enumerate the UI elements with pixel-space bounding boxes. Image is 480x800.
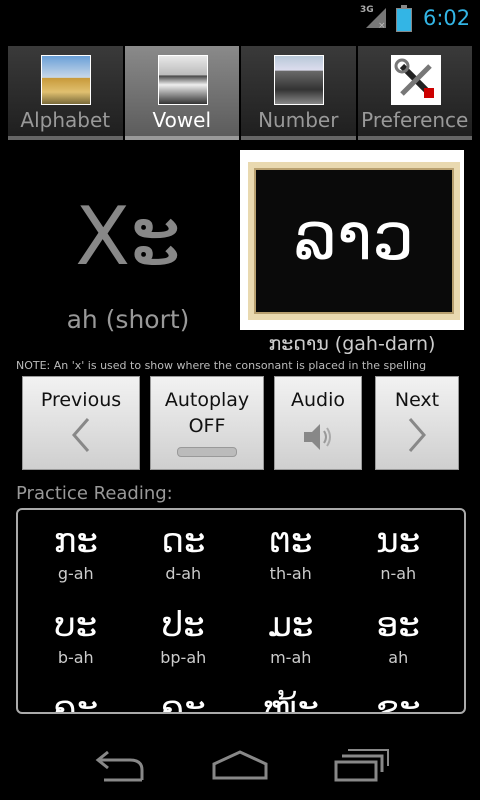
- practice-lao: ຄະ: [160, 689, 206, 714]
- practice-lao: ອະ: [376, 605, 420, 645]
- spelling-note: NOTE: An 'x' is used to show where the c…: [16, 359, 427, 372]
- practice-lao: ກະ: [53, 521, 98, 561]
- tab-preference[interactable]: Preference: [357, 46, 472, 140]
- navigation-bar: [0, 736, 480, 800]
- practice-item[interactable]: ກະ g-ah: [22, 520, 130, 596]
- audio-button[interactable]: Audio: [274, 376, 362, 470]
- practice-item[interactable]: ຄະ: [22, 688, 130, 714]
- practice-romanization: ah: [388, 648, 409, 667]
- practice-title: Practice Reading:: [16, 483, 173, 504]
- toggle-indicator: [177, 447, 237, 457]
- practice-romanization: th-ah: [269, 564, 312, 583]
- chalkboard: ລາວ: [248, 162, 460, 320]
- tab-label: Alphabet: [20, 108, 111, 132]
- autoplay-state: OFF: [188, 415, 226, 437]
- practice-lao: ປະ: [161, 605, 205, 645]
- vowel-sound: ah (short): [66, 305, 190, 334]
- practice-lao: ດະ: [161, 521, 206, 561]
- home-icon[interactable]: [210, 748, 270, 784]
- tab-label: Preference: [361, 108, 469, 132]
- monument-photo-icon: [157, 55, 208, 105]
- recent-apps-icon[interactable]: [332, 746, 390, 784]
- vowel-symbol: Xະ: [75, 190, 181, 283]
- example-chalkboard-image: ລາວ: [240, 150, 464, 330]
- tab-indicator: [8, 136, 123, 140]
- practice-lao: ຊະ: [375, 689, 421, 714]
- tab-vowel[interactable]: Vowel: [124, 46, 239, 140]
- practice-item[interactable]: ມະ m-ah: [237, 604, 345, 680]
- gate-photo-icon: [274, 55, 324, 105]
- practice-item[interactable]: ປະ bp-ah: [130, 604, 238, 680]
- temple-photo-icon: [41, 55, 91, 105]
- tab-indicator: [124, 136, 239, 140]
- battery-icon: [396, 5, 412, 32]
- practice-item[interactable]: ຕະ th-ah: [237, 520, 345, 596]
- signal-icon: ×: [366, 8, 386, 30]
- practice-item[interactable]: ອະ ah: [345, 604, 453, 680]
- tab-bar: Alphabet Vowel Number Preference: [8, 46, 472, 140]
- autoplay-toggle[interactable]: Autoplay OFF: [150, 376, 264, 470]
- tab-alphabet[interactable]: Alphabet: [8, 46, 123, 140]
- practice-lao: ບະ: [54, 605, 98, 645]
- practice-romanization: g-ah: [57, 564, 94, 583]
- practice-romanization: b-ah: [57, 648, 94, 667]
- back-icon[interactable]: [92, 750, 148, 784]
- audio-label: Audio: [290, 389, 345, 411]
- tab-indicator: [357, 136, 472, 140]
- tab-indicator: [241, 136, 356, 140]
- practice-romanization: n-ah: [380, 564, 417, 583]
- previous-button[interactable]: Previous: [22, 376, 140, 470]
- chalkboard-word: ລາວ: [293, 198, 415, 275]
- practice-item[interactable]: ຊະ: [345, 688, 453, 714]
- chevron-right-icon: [376, 415, 458, 464]
- practice-grid: ກະ g-ah ດະ d-ah ຕະ th-ah ນະ n-ah ບະ b-ah ປະ bp…: [22, 520, 453, 714]
- tab-number[interactable]: Number: [241, 46, 356, 140]
- practice-list[interactable]: ກະ g-ah ດະ d-ah ຕະ th-ah ນະ n-ah ບະ b-ah ປະ bp…: [16, 508, 466, 714]
- practice-lao: ໜ້ະ: [262, 689, 319, 714]
- practice-item[interactable]: ບະ b-ah: [22, 604, 130, 680]
- tools-icon: [390, 55, 441, 105]
- tab-label: Number: [258, 108, 339, 132]
- practice-item[interactable]: ດະ d-ah: [130, 520, 238, 596]
- practice-lao: ມະ: [268, 605, 314, 645]
- speaker-icon: [304, 424, 331, 450]
- svg-text:×: ×: [378, 21, 386, 30]
- chevron-left-icon: [23, 415, 139, 464]
- practice-lao: ຄະ: [53, 689, 99, 714]
- tab-label: Vowel: [152, 108, 212, 132]
- practice-item[interactable]: ຄະ: [130, 688, 238, 714]
- practice-item[interactable]: ໜ້ະ: [237, 688, 345, 714]
- next-button[interactable]: Next: [375, 376, 459, 470]
- practice-romanization: m-ah: [270, 648, 312, 667]
- practice-romanization: d-ah: [165, 564, 202, 583]
- practice-lao: ນະ: [376, 521, 421, 561]
- practice-lao: ຕະ: [269, 521, 313, 561]
- practice-item[interactable]: ນະ n-ah: [345, 520, 453, 596]
- autoplay-label: Autoplay: [164, 389, 250, 411]
- next-label: Next: [394, 389, 440, 411]
- clock: 6:02: [423, 6, 471, 30]
- example-word: ກະດານ (gah-darn): [268, 333, 436, 355]
- status-bar: 3G × 6:02: [0, 0, 480, 38]
- previous-label: Previous: [40, 389, 122, 411]
- practice-romanization: bp-ah: [160, 648, 207, 667]
